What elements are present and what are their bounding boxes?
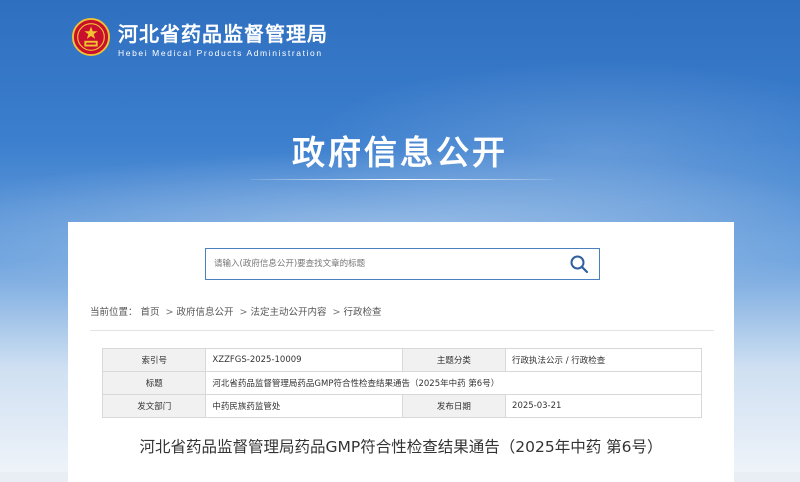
publish-date-label: 发布日期	[401, 394, 507, 418]
title-label: 标题	[101, 371, 207, 395]
breadcrumb-separator: >	[239, 307, 248, 318]
category-label: 主题分类	[401, 348, 507, 372]
issuing-department-label: 发文部门	[101, 394, 207, 418]
title-underline	[250, 179, 553, 180]
publish-date-value: 2025-03-21	[505, 394, 702, 418]
document-title: 河北省药品监督管理局药品GMP符合性检查结果通告（2025年中药 第6号）	[139, 438, 663, 456]
title-value: 河北省药品监督管理局药品GMP符合性检查结果通告（2025年中药 第6号）	[205, 371, 702, 395]
breadcrumb-separator: >	[332, 307, 341, 318]
breadcrumb-prefix: 当前位置：	[90, 307, 138, 318]
index-number-label: 索引号	[101, 348, 207, 372]
national-emblem-icon[interactable]	[72, 18, 110, 56]
search-bar	[205, 248, 600, 280]
page-title: 政府信息公开	[292, 133, 508, 172]
index-number-value: XZZFGS-2025-10009	[205, 348, 403, 372]
breadcrumb-separator: >	[165, 307, 174, 318]
search-icon[interactable]	[569, 254, 589, 274]
table-row: 索引号 XZZFGS-2025-10009 主题分类 行政执法公示 / 行政检查	[101, 348, 702, 372]
site-name[interactable]: 河北省药品监督管理局	[118, 18, 328, 47]
search-input[interactable]	[206, 249, 561, 279]
breadcrumb-statutory[interactable]: 法定主动公开内容	[250, 307, 326, 318]
breadcrumb: 当前位置： 首页 > 政府信息公开 > 法定主动公开内容 > 行政检查	[90, 304, 384, 318]
document-meta-table: 索引号 XZZFGS-2025-10009 主题分类 行政执法公示 / 行政检查…	[101, 348, 702, 418]
category-value: 行政执法公示 / 行政检查	[505, 348, 702, 372]
issuing-department-value: 中药民族药监管处	[205, 394, 403, 418]
breadcrumb-gov-info[interactable]: 政府信息公开	[177, 307, 234, 318]
content-panel: 当前位置：首页>政府信息公开>法定主动公开内容>行政检查 索引号 XZZFGS-…	[68, 222, 734, 482]
site-name-en: Hebei Medical Products Administration	[118, 48, 323, 58]
breadcrumb-divider	[90, 330, 714, 331]
table-row: 发文部门 中药民族药监管处 发布日期 2025-03-21	[101, 394, 702, 418]
breadcrumb-inspection[interactable]: 行政检查	[343, 307, 381, 318]
breadcrumb-home[interactable]: 首页	[141, 307, 160, 318]
table-row: 标题 河北省药品监督管理局药品GMP符合性检查结果通告（2025年中药 第6号）	[101, 371, 702, 395]
